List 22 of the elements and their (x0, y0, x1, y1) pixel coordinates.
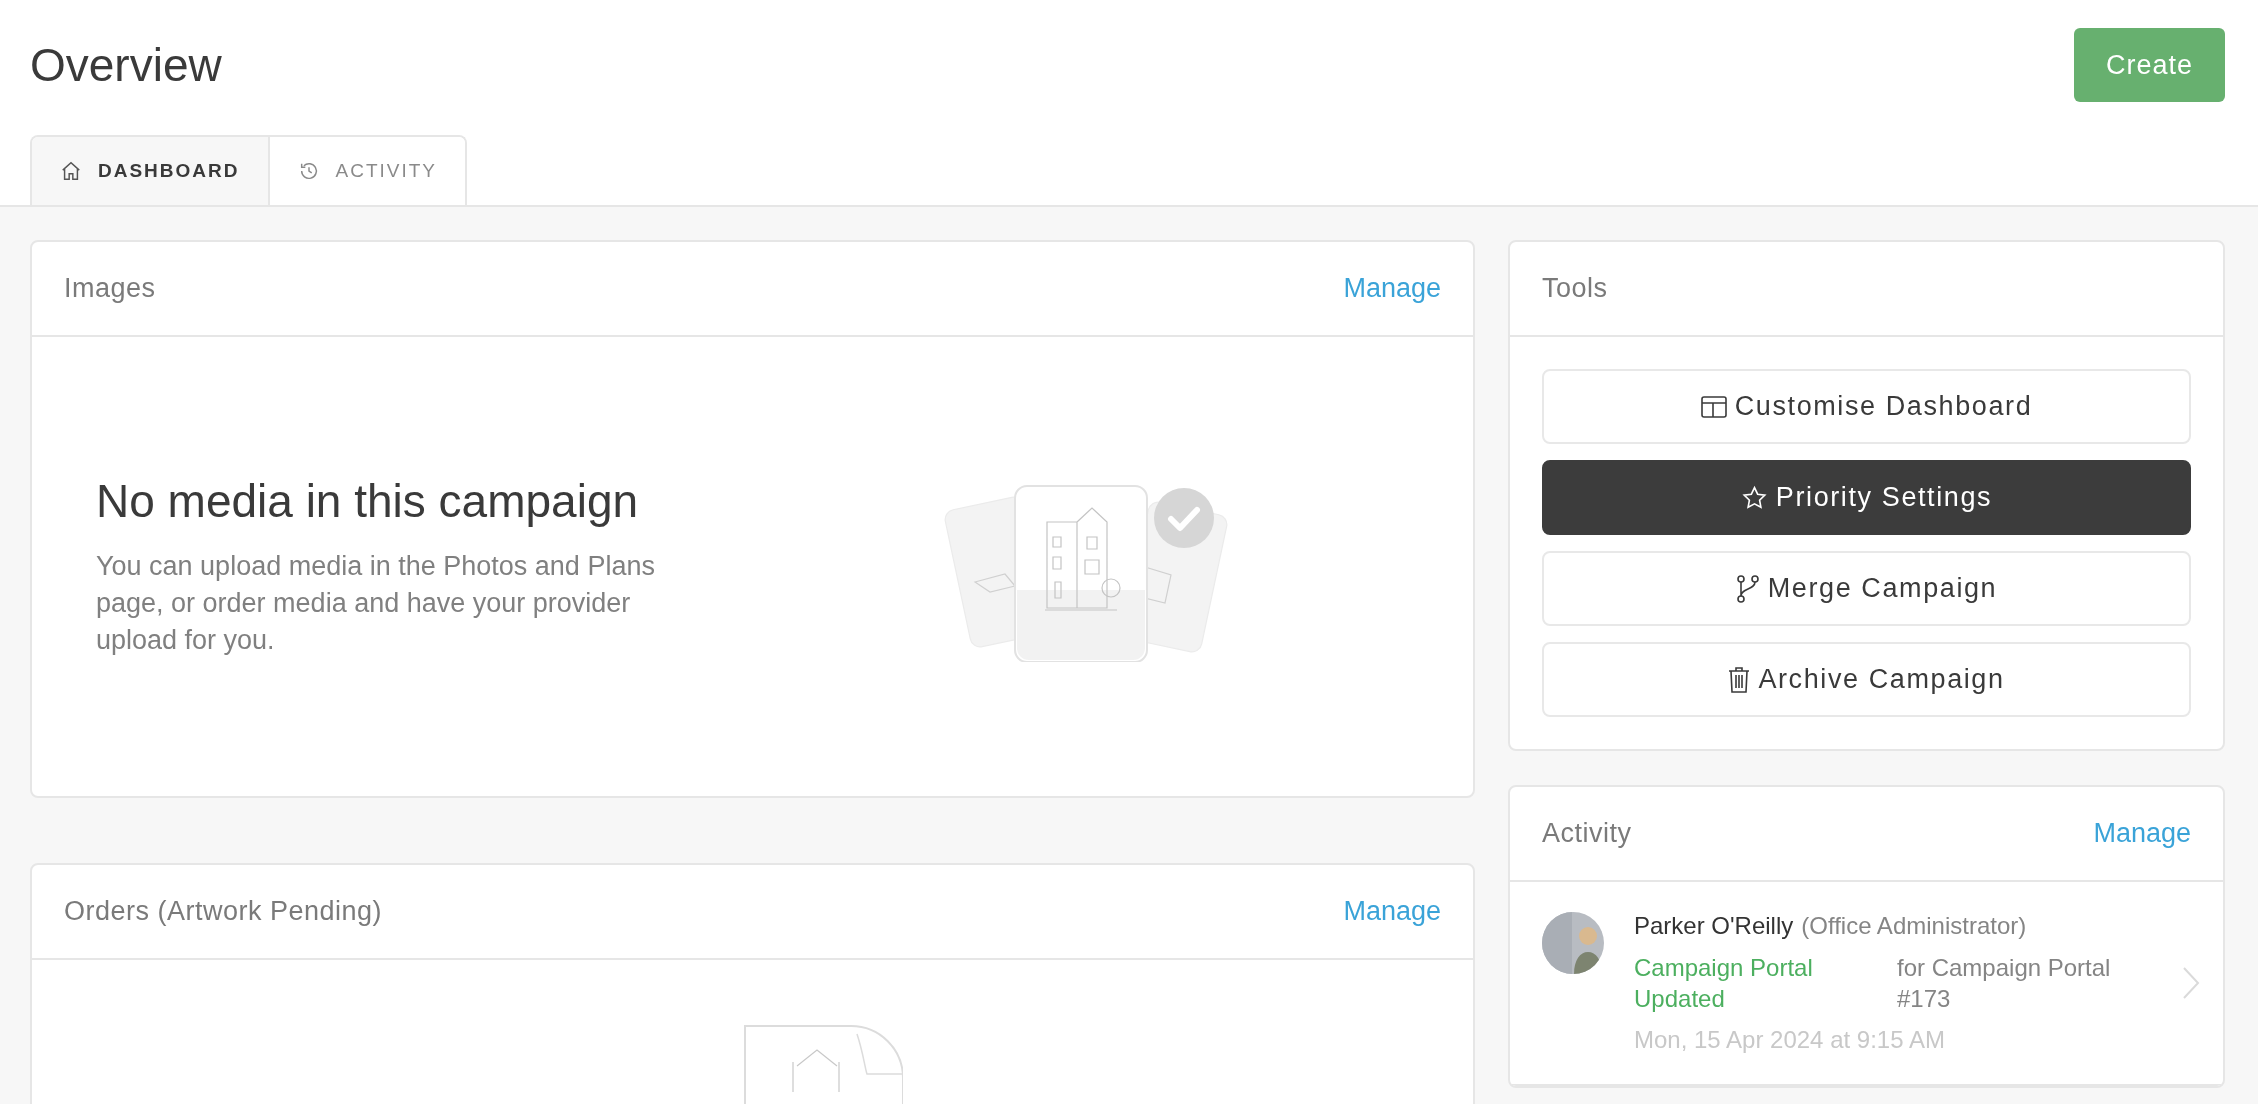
tool-button[interactable]: Priority Settings (1542, 460, 2191, 535)
activity-target: for Campaign Portal #173 (1897, 953, 2112, 1014)
card-title: Activity (1542, 818, 1632, 849)
empty-description: You can upload media in the Photos and Plans page, or order media and have your provider upload for you. (96, 550, 656, 657)
card-title: Tools (1542, 273, 1608, 304)
card-title: Images (64, 273, 156, 304)
tool-button[interactable]: Archive Campaign (1542, 642, 2191, 717)
home-icon (60, 160, 82, 182)
trash-icon (1728, 665, 1751, 694)
star-icon (1740, 484, 1768, 511)
page-title: Overview (30, 38, 222, 92)
tab[interactable]: DASHBOARD (32, 137, 268, 205)
branch-icon (1735, 574, 1760, 603)
tool-button[interactable]: Customise Dashboard (1542, 369, 2191, 444)
tool-button[interactable]: Merge Campaign (1542, 551, 2191, 626)
layout-icon (1700, 394, 1727, 419)
chevron-right-icon[interactable] (2182, 966, 2200, 1000)
empty-title: No media in this campaign (96, 474, 640, 528)
card-title: Orders (Artwork Pending) (64, 896, 383, 927)
user-role: (Office Administrator) (1801, 912, 2027, 940)
activity-event: Campaign Portal Updated (1634, 953, 1814, 1014)
user-name: Parker O'Reilly (1634, 912, 1794, 940)
